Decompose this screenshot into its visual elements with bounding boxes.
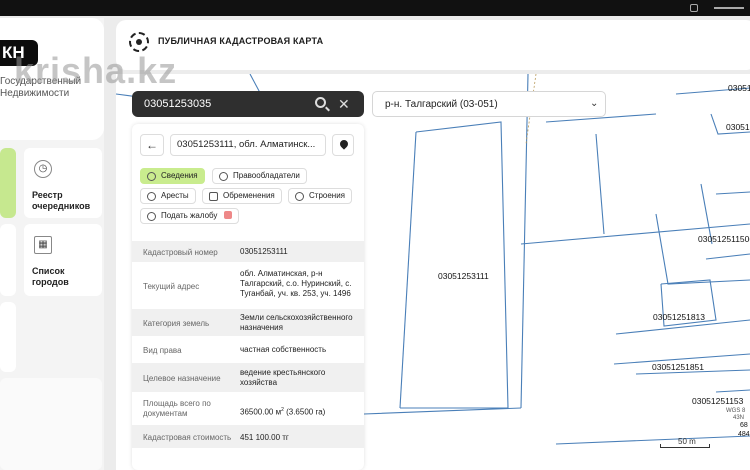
bank-icon xyxy=(209,192,218,201)
tile-label-line: городов xyxy=(32,277,69,287)
row-value: ведение крестьянского хозяйства xyxy=(240,368,326,387)
map-crs-label: 43N xyxy=(733,415,745,421)
chip-label: Аресты xyxy=(161,191,189,200)
info-icon xyxy=(147,172,156,181)
minimize-icon xyxy=(714,7,744,9)
sidebar-item-queue-registry[interactable]: ◷ Реестр очередников xyxy=(24,148,102,218)
tab-buildings[interactable]: Строения xyxy=(288,188,353,204)
tab-arrests[interactable]: Аресты xyxy=(140,188,196,204)
info-row: Кадастровая стоимость 451 100.00 тг xyxy=(132,424,364,448)
decorative-card xyxy=(0,378,102,470)
map-coordinate-label: 68 xyxy=(740,422,748,429)
back-button[interactable]: ← xyxy=(140,134,164,156)
window-icon xyxy=(690,4,698,12)
clock-icon: ◷ xyxy=(34,160,52,178)
region-selected-value: р-н. Талгарский (03-051) xyxy=(385,99,498,110)
search-input[interactable]: 03051253035 ✕ xyxy=(132,91,364,117)
header: ПУБЛИЧНАЯ КАДАСТРОВАЯ КАРТА xyxy=(116,20,750,70)
top-strip xyxy=(0,0,750,16)
tab-owners[interactable]: Правообладатели xyxy=(212,168,307,184)
map-crs-label: WGS 8 xyxy=(726,408,746,414)
complaint-button[interactable]: Подать жалобу xyxy=(140,208,239,224)
row-key: Кадастровая стоимость xyxy=(143,433,232,442)
search-value: 03051253035 xyxy=(144,98,212,110)
building-icon: ▦ xyxy=(34,236,52,254)
row-value: обл. Алматинская, р-н Талгарский, с.о. Н… xyxy=(240,269,352,298)
row-key-line: Площадь всего по xyxy=(143,399,211,408)
row-key: Текущий адрес xyxy=(143,282,200,291)
parcel-label: 03051251851 xyxy=(652,362,705,372)
chevron-down-icon: ⌄ xyxy=(590,98,599,109)
row-key: Вид права xyxy=(143,346,182,355)
like-icon xyxy=(223,211,232,219)
map-scale-bar xyxy=(660,444,710,448)
parcel-label: 03051253111 xyxy=(438,271,489,281)
tools-icon xyxy=(295,192,304,201)
sidebar-tile[interactable] xyxy=(0,224,16,296)
locate-button[interactable] xyxy=(332,134,354,156)
info-row: Кадастровый номер 03051253111 xyxy=(132,240,364,262)
info-row: Площадь всего по документам 36500.00 м2 … xyxy=(132,392,364,424)
sidebar-item-city-list[interactable]: ▦ Список городов xyxy=(24,224,102,296)
tab-info[interactable]: Сведения xyxy=(140,168,205,184)
sidebar-item-label: Список городов xyxy=(32,266,69,288)
row-key: Категория земель xyxy=(143,319,210,328)
chip-label: Подать жалобу xyxy=(161,211,218,220)
smile-icon xyxy=(147,212,156,221)
info-row: Текущий адрес обл. Алматинская, р-н Талг… xyxy=(132,262,364,308)
parcel-label: 030512 xyxy=(728,83,750,93)
parcel-label: 03051251153 xyxy=(692,396,744,406)
info-row: Вид права частная собственность xyxy=(132,336,364,362)
row-key-line: документам xyxy=(143,409,188,418)
users-icon xyxy=(219,172,228,181)
area-value: 36500.00 м xyxy=(240,407,282,417)
sidebar-item-label: Реестр очередников xyxy=(32,190,90,212)
map-coordinate-label: 484 xyxy=(738,431,750,438)
tile-label-line: Список xyxy=(32,266,65,276)
row-value: 451 100.00 тг xyxy=(240,433,289,442)
area-hectares: (3.6500 га) xyxy=(283,407,326,417)
watermark: krisha.kz xyxy=(14,50,178,91)
region-select[interactable]: р-н. Талгарский (03-051) ⌄ xyxy=(372,91,606,117)
tab-encumbrances[interactable]: Обременения xyxy=(202,188,282,204)
tile-label-line: Реестр xyxy=(32,190,63,200)
tile-label-line: очередников xyxy=(32,201,91,211)
cadastre-logo-icon xyxy=(129,32,149,52)
info-row: Целевое назначение ведение крестьянского… xyxy=(132,362,364,392)
chip-label: Строения xyxy=(309,191,346,200)
chip-label: Сведения xyxy=(161,171,198,180)
row-value: частная собственность xyxy=(240,345,327,354)
close-icon[interactable]: ✕ xyxy=(338,95,350,113)
row-value: Земли сельскохозяйственного назначения xyxy=(240,313,353,332)
chip-label: Правообладатели xyxy=(233,171,300,180)
parcel-label: 03051 xyxy=(726,122,750,132)
row-key: Площадь всего по документам xyxy=(143,399,235,419)
row-key: Кадастровый номер xyxy=(143,248,218,257)
page-title: ПУБЛИЧНАЯ КАДАСТРОВАЯ КАРТА xyxy=(158,36,324,46)
search-icon[interactable] xyxy=(315,97,326,108)
info-row: Категория земель Земли сельскохозяйствен… xyxy=(132,308,364,336)
chip-label: Обременения xyxy=(223,191,275,200)
row-key: Целевое назначение xyxy=(143,374,221,383)
parcel-label: 03051251813 xyxy=(653,312,706,322)
sidebar-active-tile[interactable] xyxy=(0,148,16,218)
parcel-info-panel: ← 03051253111, обл. Алматинск... Сведени… xyxy=(132,124,364,470)
map-pin-icon xyxy=(338,138,350,150)
shield-icon xyxy=(147,192,156,201)
parcel-label: 030512511506 xyxy=(698,234,750,244)
cadastre-title: 03051253111, обл. Алматинск... xyxy=(170,134,326,156)
row-value: 03051253111 xyxy=(240,247,288,256)
sidebar-tile[interactable] xyxy=(0,302,16,372)
row-value: 36500.00 м2 (3.6500 га) xyxy=(240,405,358,418)
